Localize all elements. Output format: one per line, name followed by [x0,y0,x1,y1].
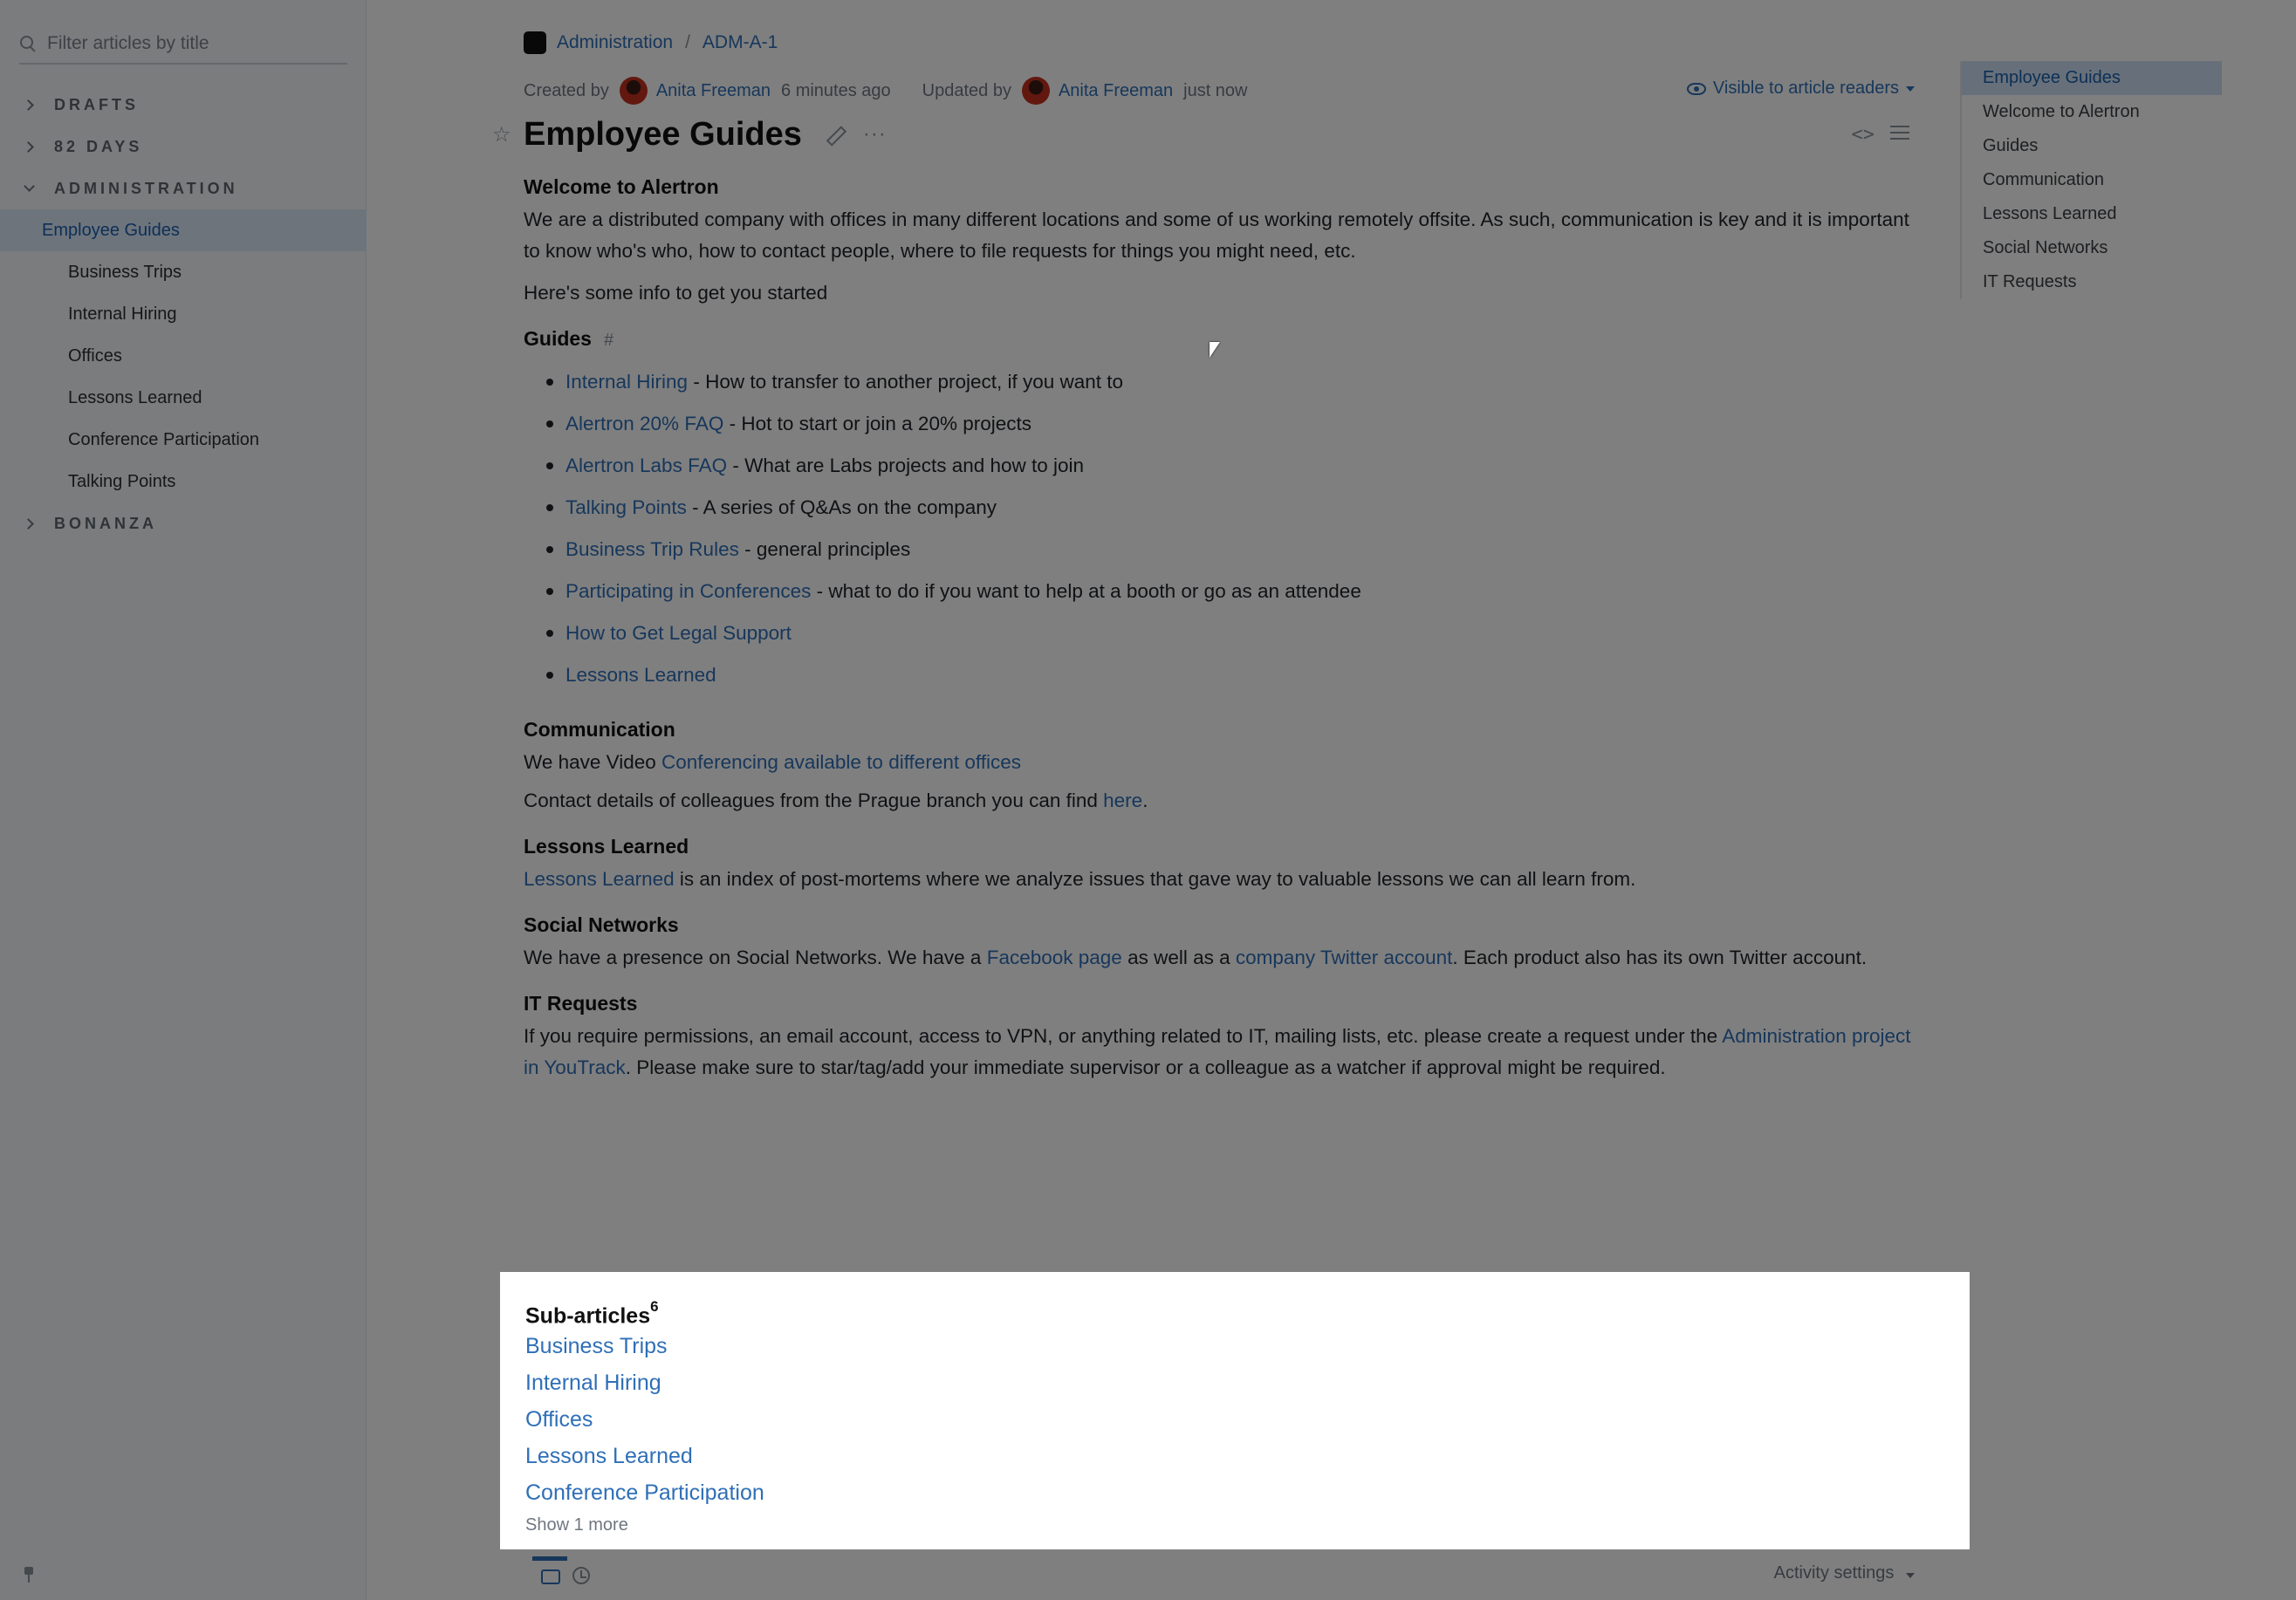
sub-articles-count: 6 [650,1298,659,1315]
sub-article-link-lessons-learned[interactable]: Lessons Learned [525,1438,1970,1474]
sub-article-link-offices[interactable]: Offices [525,1401,1970,1438]
sub-articles-heading: Sub-articles6 [525,1293,1970,1328]
sub-article-link-business-trips[interactable]: Business Trips [525,1328,1970,1364]
sub-articles-panel: Sub-articles6 Business Trips Internal Hi… [500,1272,1970,1549]
sub-article-link-conference-participation[interactable]: Conference Participation [525,1474,1970,1511]
show-more-button[interactable]: Show 1 more [525,1511,1970,1539]
sub-article-link-internal-hiring[interactable]: Internal Hiring [525,1364,1970,1401]
sub-articles-title: Sub-articles [525,1303,651,1329]
mouse-cursor-icon [1210,342,1220,358]
